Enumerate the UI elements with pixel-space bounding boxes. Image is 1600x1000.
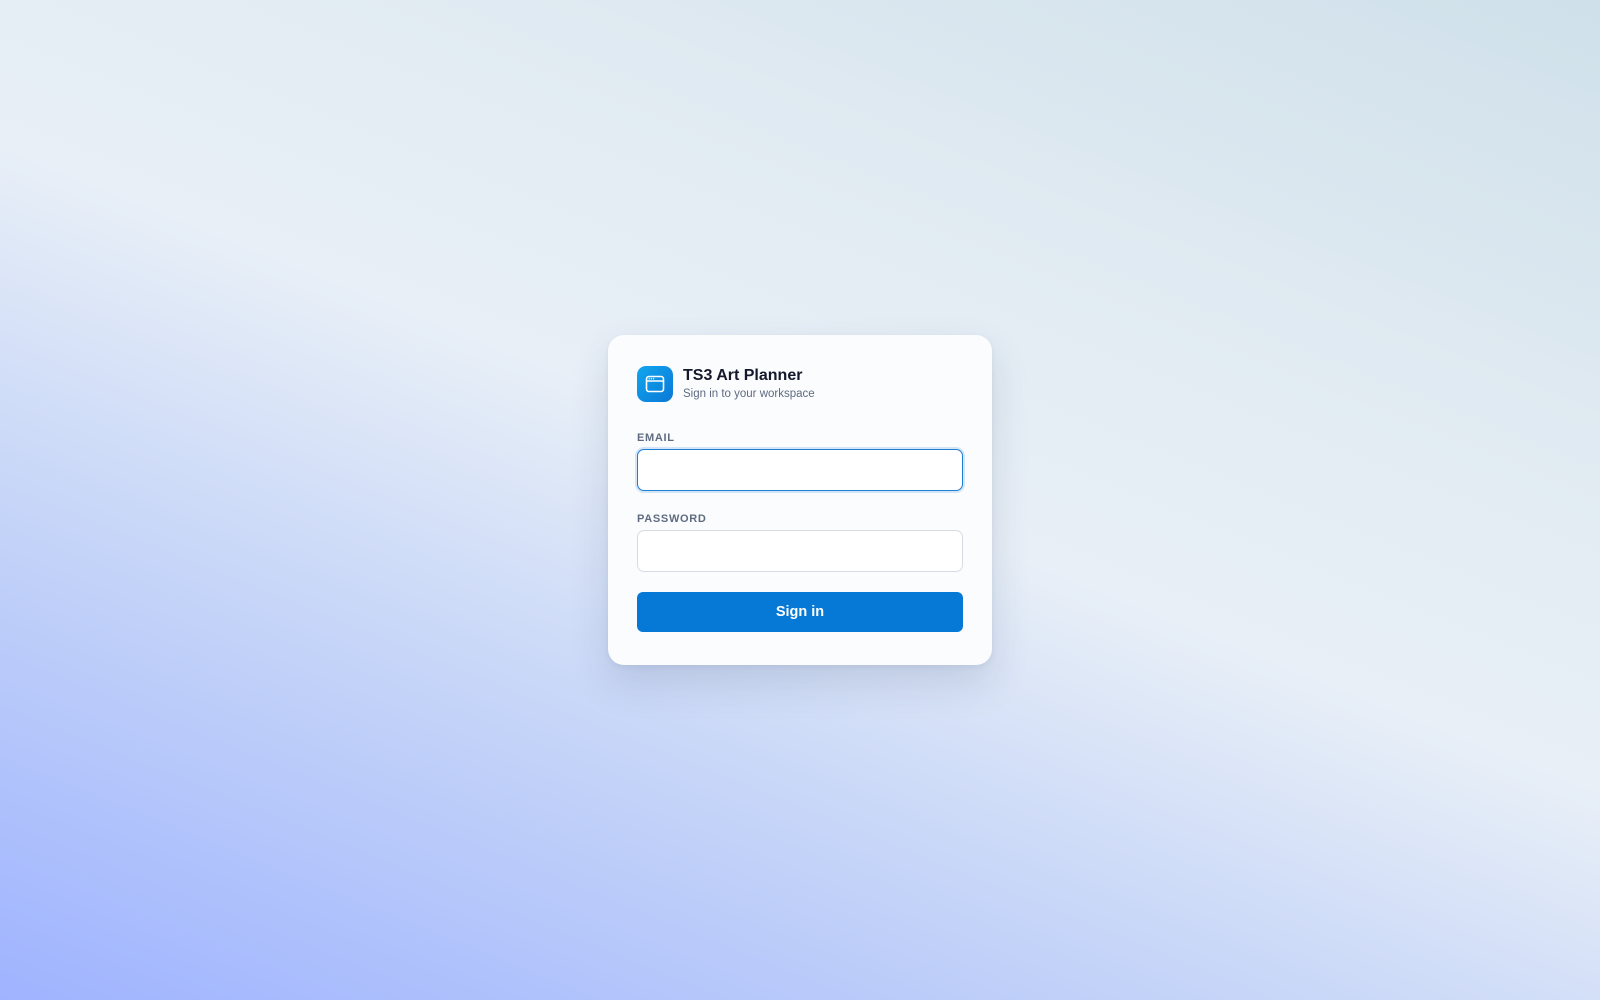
app-subtitle: Sign in to your workspace	[683, 388, 815, 400]
login-card: TS3 Art Planner Sign in to your workspac…	[608, 335, 992, 665]
app-window-icon	[637, 366, 673, 402]
password-field[interactable]	[637, 530, 963, 572]
brand-text: TS3 Art Planner Sign in to your workspac…	[683, 366, 815, 402]
password-label: PASSWORD	[637, 513, 707, 525]
app-title: TS3 Art Planner	[683, 367, 803, 384]
sign-in-button[interactable]: Sign in	[637, 592, 963, 632]
email-field[interactable]	[637, 449, 963, 491]
email-label: EMAIL	[637, 432, 675, 444]
brand-header: TS3 Art Planner Sign in to your workspac…	[637, 366, 963, 402]
